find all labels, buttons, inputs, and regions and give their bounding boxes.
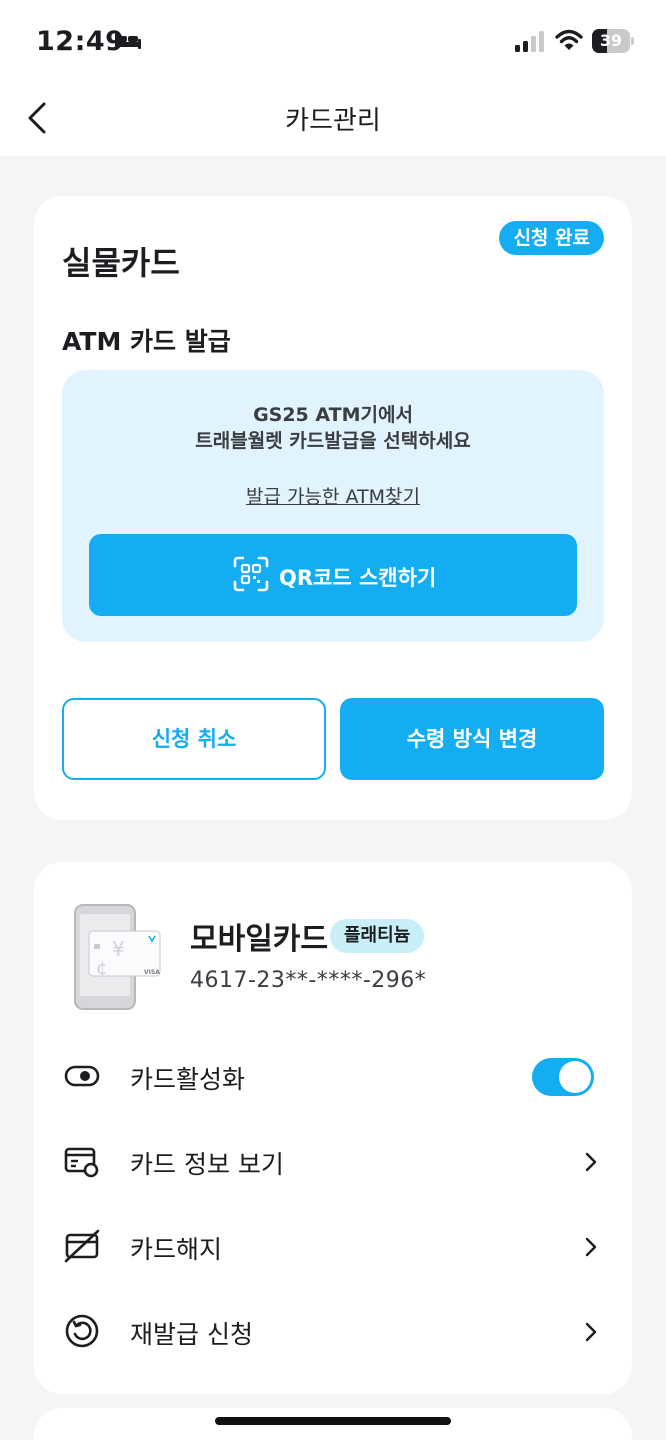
- battery-percent: 39: [599, 31, 623, 50]
- qr-scan-button[interactable]: QR코드 스캔하기: [89, 534, 577, 616]
- menu-card-cancel[interactable]: 카드해지: [34, 1204, 632, 1288]
- menu-label: 카드 정보 보기: [130, 1150, 284, 1179]
- reissue-icon: [65, 1314, 99, 1348]
- status-time: 12:49: [36, 26, 125, 57]
- info-line-2: 트래블월렛 카드발급을 선택하세요: [195, 430, 471, 452]
- atm-issue-title: ATM 카드 발급: [62, 327, 231, 356]
- physical-card-section: 신청 완료 실물카드 ATM 카드 발급 GS25 ATM기에서 트래블월렛 카…: [34, 196, 632, 820]
- find-atm-link[interactable]: 발급 가능한 ATM찾기: [62, 482, 604, 509]
- toggle-icon: [64, 1065, 100, 1087]
- svg-text:VISA: VISA: [144, 969, 160, 976]
- signal-icon: [515, 31, 544, 52]
- wifi-icon: [555, 29, 583, 50]
- menu-label: 카드해지: [130, 1235, 223, 1264]
- chevron-right-icon: [585, 1322, 597, 1342]
- atm-info-box: GS25 ATM기에서 트래블월렛 카드발급을 선택하세요 발급 가능한 ATM…: [62, 370, 604, 642]
- chevron-right-icon: [585, 1237, 597, 1257]
- svg-text:¥: ¥: [112, 937, 125, 961]
- menu-card-info[interactable]: 카드 정보 보기: [34, 1119, 632, 1203]
- bed-icon: [115, 33, 141, 49]
- card-info-icon: [64, 1147, 99, 1178]
- card-activation-toggle[interactable]: [532, 1058, 594, 1096]
- status-bar: 12:49 39: [0, 0, 666, 84]
- menu-reissue[interactable]: 재발급 신청: [34, 1289, 632, 1373]
- status-badge: 신청 완료: [499, 221, 604, 255]
- page-title: 카드관리: [285, 106, 381, 136]
- qr-code-icon: [233, 556, 269, 592]
- chevron-right-icon: [585, 1152, 597, 1172]
- menu-label: 재발급 신청: [130, 1320, 253, 1349]
- mobile-card-title: 모바일카드: [190, 922, 328, 957]
- card-grade-badge: 플래티늄: [330, 919, 425, 953]
- home-indicator[interactable]: [215, 1417, 451, 1425]
- svg-text:¢: ¢: [96, 958, 107, 979]
- mobile-card-section: ¥ ¢ VISA 모바일카드 플래티늄 4617-23**-****-296* …: [34, 862, 632, 1394]
- change-receipt-method-button[interactable]: 수령 방식 변경: [340, 698, 604, 780]
- physical-card-title: 실물카드: [62, 244, 180, 282]
- menu-card-activation: 카드활성화: [34, 1034, 632, 1118]
- card-number: 4617-23**-****-296*: [190, 968, 427, 993]
- menu-label: 카드활성화: [130, 1065, 246, 1094]
- nav-bar: 카드관리: [0, 84, 666, 156]
- battery-icon: 39: [592, 29, 634, 53]
- qr-scan-label: QR코드 스캔하기: [279, 566, 437, 590]
- info-line-1: GS25 ATM기에서: [253, 404, 413, 426]
- cancel-application-button[interactable]: 신청 취소: [62, 698, 326, 780]
- card-cancel-icon: [64, 1229, 100, 1263]
- mobile-card-image: ¥ ¢ VISA: [74, 904, 161, 1010]
